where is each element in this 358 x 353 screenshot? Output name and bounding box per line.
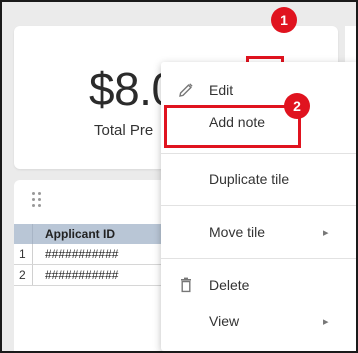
menu-item-label: Move tile — [209, 224, 266, 240]
drag-handle-icon[interactable] — [32, 192, 41, 207]
tile-context-menu: Edit Add note Duplicate tile Move tile ▸… — [161, 62, 356, 351]
dashboard-canvas: $8.0 Total Pre 3 Applicant ID 1 ########… — [2, 2, 356, 351]
pencil-icon — [179, 83, 193, 97]
menu-item-view[interactable]: View ▸ — [161, 307, 356, 335]
menu-item-duplicate-tile[interactable]: Duplicate tile — [161, 165, 356, 193]
menu-item-label: Duplicate tile — [209, 171, 290, 187]
highlight-box — [164, 105, 301, 148]
menu-item-edit[interactable]: Edit — [161, 76, 356, 104]
menu-divider — [161, 205, 356, 206]
menu-item-move-tile[interactable]: Move tile ▸ — [161, 218, 356, 246]
kpi-label: Total Pre — [94, 122, 154, 139]
row-number-header — [14, 224, 33, 244]
step-badge-1: 1 — [271, 7, 297, 33]
menu-divider — [161, 153, 356, 154]
row-number: 1 — [14, 244, 33, 264]
trash-icon — [181, 277, 191, 293]
menu-item-delete[interactable]: Delete — [161, 271, 356, 299]
chevron-right-icon: ▸ — [323, 315, 329, 328]
menu-divider — [161, 258, 356, 259]
step-badge-2: 2 — [284, 93, 310, 119]
menu-item-label: View — [209, 313, 240, 329]
row-number: 2 — [14, 265, 33, 285]
chevron-right-icon: ▸ — [323, 226, 329, 239]
menu-item-label: Edit — [209, 82, 234, 98]
menu-item-label: Delete — [209, 277, 250, 293]
